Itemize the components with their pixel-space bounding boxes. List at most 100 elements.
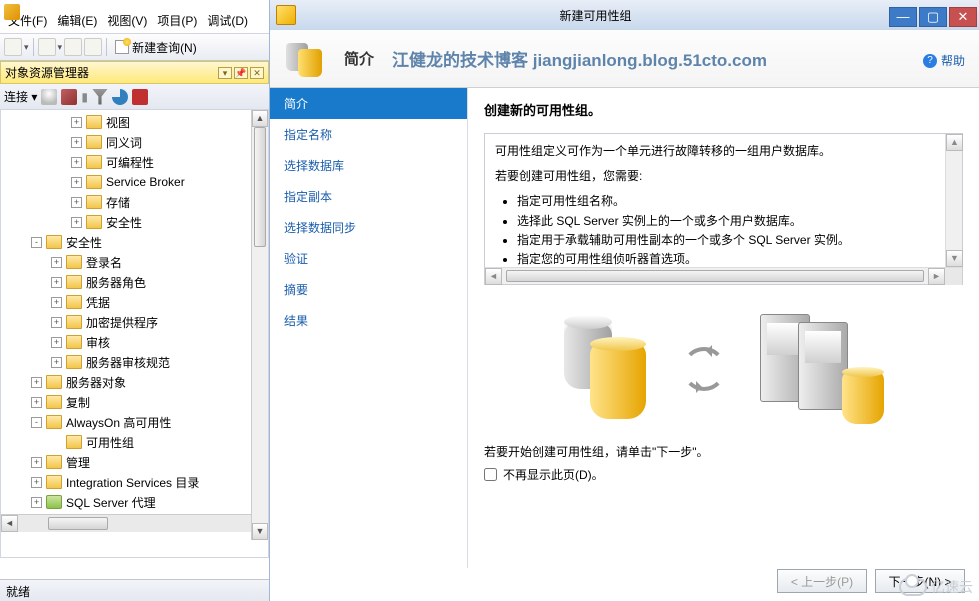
tree-expander-icon[interactable]: + xyxy=(71,117,82,128)
tree-node[interactable]: +复制 xyxy=(1,392,268,412)
filter-icon[interactable] xyxy=(92,89,108,105)
ssms-menu-bar: 文件(F) 编辑(E) 视图(V) 项目(P) 调试(D) xyxy=(0,8,269,33)
tree-scrollbar-horizontal[interactable]: ◄ ► xyxy=(1,514,268,531)
tree-node[interactable]: +同义词 xyxy=(1,132,268,152)
new-query-button[interactable]: 新建查询(N) xyxy=(111,36,201,58)
maximize-button[interactable]: ▢ xyxy=(919,7,947,27)
tree-expander-icon[interactable]: + xyxy=(51,257,62,268)
scroll-left-icon[interactable]: ◄ xyxy=(485,268,502,285)
close-button[interactable]: ✕ xyxy=(949,7,977,27)
tree-node[interactable]: +存储 xyxy=(1,192,268,212)
tree-node[interactable]: +Integration Services 目录 xyxy=(1,472,268,492)
help-link[interactable]: ? 帮助 xyxy=(923,52,965,69)
panel-pin-icon[interactable]: 📌 xyxy=(234,67,248,79)
menu-view[interactable]: 视图(V) xyxy=(103,10,151,31)
tree-node[interactable]: +服务器对象 xyxy=(1,372,268,392)
tree-expander-icon[interactable]: - xyxy=(31,237,42,248)
tree-expander-icon[interactable]: - xyxy=(31,417,42,428)
tree-node[interactable]: -安全性 xyxy=(1,232,268,252)
scroll-down-icon[interactable]: ▼ xyxy=(252,523,268,540)
tree-node[interactable]: +加密提供程序 xyxy=(1,312,268,332)
skip-page-input[interactable] xyxy=(484,468,497,481)
tree-node-label: SQL Server 代理 xyxy=(66,494,156,511)
tree-expander-icon[interactable]: + xyxy=(31,397,42,408)
connect-dropdown[interactable]: 连接 ▾ xyxy=(4,88,37,105)
wizard-titlebar[interactable]: 新建可用性组 — ▢ ✕ xyxy=(270,0,979,30)
disconnect-icon[interactable] xyxy=(61,89,77,105)
object-explorer-title: 对象资源管理器 xyxy=(5,64,89,81)
info-scrollbar-vertical[interactable]: ▲ ▼ xyxy=(945,134,962,267)
menu-project[interactable]: 项目(P) xyxy=(153,10,201,31)
toolbar-button[interactable] xyxy=(84,38,102,56)
tree-expander-icon[interactable]: + xyxy=(31,457,42,468)
scroll-thumb[interactable] xyxy=(254,127,266,247)
tree-node[interactable]: +服务器角色 xyxy=(1,272,268,292)
tree-node[interactable]: +审核 xyxy=(1,332,268,352)
scroll-down-icon[interactable]: ▼ xyxy=(946,250,963,267)
folder-icon xyxy=(46,395,62,409)
tree-expander-icon[interactable]: + xyxy=(31,477,42,488)
tree-node-label: 安全性 xyxy=(106,214,142,231)
tree-expander-icon[interactable]: + xyxy=(71,157,82,168)
skip-page-checkbox[interactable]: 不再显示此页(D)。 xyxy=(484,466,963,483)
nav-results[interactable]: 结果 xyxy=(270,305,467,336)
tree-node[interactable]: + 安全性 xyxy=(1,212,268,232)
tree-expander-icon[interactable]: + xyxy=(51,357,62,368)
menu-edit[interactable]: 编辑(E) xyxy=(53,10,101,31)
wizard-header-icon xyxy=(286,39,326,79)
object-explorer-tree[interactable]: +视图+同义词+可编程性+Service Broker+存储+安全性-安全性+登… xyxy=(0,110,269,558)
scroll-up-icon[interactable]: ▲ xyxy=(946,134,963,151)
tree-node[interactable]: +凭据 xyxy=(1,292,268,312)
tree-node[interactable]: -AlwaysOn 高可用性 xyxy=(1,412,268,432)
tree-expander-icon[interactable]: + xyxy=(71,177,82,188)
scroll-up-icon[interactable]: ▲ xyxy=(252,110,268,127)
tree-node-label: 可编程性 xyxy=(106,154,154,171)
tree-node[interactable]: + SQL Server 代理 xyxy=(1,492,268,512)
tree-node[interactable]: +视图 xyxy=(1,112,268,132)
folder-icon xyxy=(86,215,102,229)
scroll-thumb[interactable] xyxy=(506,270,924,282)
toolbar-button[interactable] xyxy=(64,38,82,56)
agent-icon xyxy=(46,495,62,509)
panel-close-icon[interactable]: ✕ xyxy=(250,67,264,79)
hint-text: 若要开始创建可用性组，请单击"下一步"。 xyxy=(484,443,963,460)
tree-node[interactable]: +管理 xyxy=(1,452,268,472)
scroll-right-icon[interactable]: ► xyxy=(928,268,945,285)
nav-summary[interactable]: 摘要 xyxy=(270,274,467,305)
nav-data-sync[interactable]: 选择数据同步 xyxy=(270,212,467,243)
refresh-icon[interactable] xyxy=(112,89,128,105)
minimize-button[interactable]: — xyxy=(889,7,917,27)
menu-debug[interactable]: 调试(D) xyxy=(203,10,252,31)
tree-expander-icon[interactable]: + xyxy=(31,377,42,388)
scroll-thumb[interactable] xyxy=(48,517,108,530)
tree-expander-icon[interactable]: + xyxy=(31,497,42,508)
tree-node[interactable]: +服务器审核规范 xyxy=(1,352,268,372)
nav-specify-replicas[interactable]: 指定副本 xyxy=(270,181,467,212)
panel-dropdown-icon[interactable]: ▾ xyxy=(218,67,232,79)
tree-node[interactable]: +登录名 xyxy=(1,252,268,272)
folder-icon xyxy=(46,375,62,389)
tree-scrollbar-vertical[interactable]: ▲ ▼ xyxy=(251,110,268,540)
tree-expander-icon[interactable]: + xyxy=(71,197,82,208)
availability-group-wizard: 新建可用性组 — ▢ ✕ 简介 江健龙的技术博客 jiangjianlong.b… xyxy=(269,0,979,601)
folder-icon xyxy=(66,355,82,369)
tree-expander-icon[interactable]: + xyxy=(51,277,62,288)
tree-node[interactable]: +Service Broker xyxy=(1,172,268,192)
scroll-left-icon[interactable]: ◄ xyxy=(1,515,18,532)
nav-select-db[interactable]: 选择数据库 xyxy=(270,150,467,181)
tree-expander-icon[interactable]: + xyxy=(71,137,82,148)
toolbar-button[interactable] xyxy=(4,38,22,56)
nav-specify-name[interactable]: 指定名称 xyxy=(270,119,467,150)
toolbar-button[interactable] xyxy=(38,38,56,56)
tree-node[interactable]: + 可编程性 xyxy=(1,152,268,172)
tree-expander-icon[interactable]: + xyxy=(51,317,62,328)
tree-expander-icon[interactable]: + xyxy=(51,297,62,308)
tree-expander-icon[interactable]: + xyxy=(51,337,62,348)
tree-expander-icon[interactable]: + xyxy=(71,217,82,228)
nav-validation[interactable]: 验证 xyxy=(270,243,467,274)
nav-intro[interactable]: 简介 xyxy=(270,88,467,119)
stop-icon[interactable] xyxy=(132,89,148,105)
connect-icon[interactable] xyxy=(41,89,57,105)
info-scrollbar-horizontal[interactable]: ◄ ► xyxy=(485,267,962,284)
tree-node[interactable]: 可用性组 xyxy=(1,432,268,452)
